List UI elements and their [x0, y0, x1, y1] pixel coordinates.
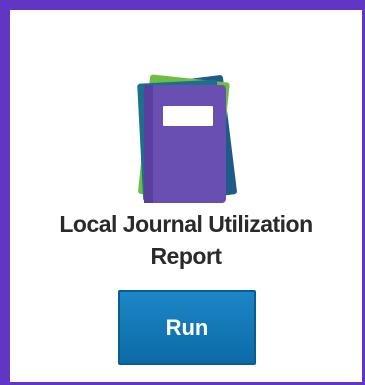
- report-title: Local Journal Utilization Report: [10, 208, 362, 272]
- journal-books-icon: [122, 65, 262, 210]
- run-button[interactable]: Run: [118, 290, 256, 365]
- report-title-line-2: Report: [150, 243, 222, 269]
- report-title-line-1: Local Journal Utilization: [59, 211, 313, 237]
- report-card-frame: Local Journal Utilization Report Run: [0, 0, 365, 385]
- report-card: Local Journal Utilization Report Run: [10, 10, 362, 382]
